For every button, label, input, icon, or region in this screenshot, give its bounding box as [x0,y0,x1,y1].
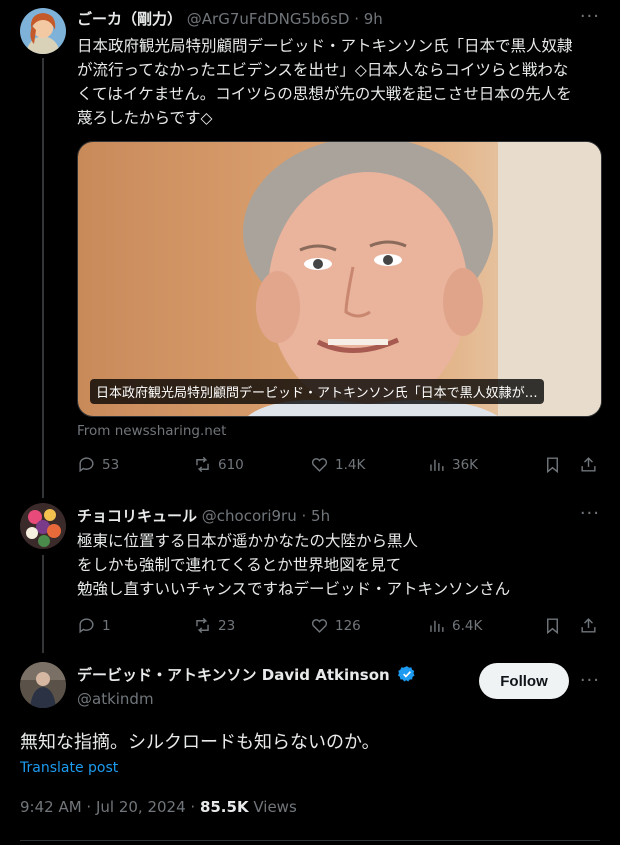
timestamp[interactable]: 5h [311,507,330,525]
verified-badge-icon [397,665,416,687]
tweet-header: デービッド・アトキンソン David Atkinson [77,664,416,687]
tweet-text-line: をしかも強制で連れてくるとか世界地図を見て [77,556,402,574]
avatar[interactable] [20,662,66,708]
views-button[interactable]: 6.4K [427,616,482,635]
views-button[interactable]: 36K [427,455,478,474]
display-name[interactable]: ごーカ（剛力） [77,10,182,28]
heart-icon [311,458,328,472]
like-count: 126 [335,617,361,634]
repost-button[interactable]: 23 [193,616,235,635]
display-name[interactable]: デービッド・アトキンソン David Atkinson [77,666,390,684]
handle[interactable]: @atkindm [77,690,154,708]
card-photo [78,142,601,416]
view-count: 36K [452,456,479,473]
views-chart-icon [430,459,444,471]
tweet-text-line: 勉強し直すいいチャンスですねデービッド・アトキンソンさん [77,580,511,598]
thread-line [42,58,44,498]
anime-avatar-image [20,8,66,54]
reply-count: 53 [102,456,120,473]
view-count: 85.5K [199,798,249,816]
heart-icon [311,619,328,633]
tweet-chocori[interactable]: チョコリキュール @chocori9ru · 5h ··· 極東に位置する日本が… [0,503,620,653]
card-caption: 日本政府観光局特別顧問デービッド・アトキンソン氏「日本で黒人奴隷が… [90,379,544,404]
link-card[interactable]: 日本政府観光局特別顧問デービッド・アトキンソン氏「日本で黒人奴隷が… [77,141,602,417]
avatar[interactable] [20,503,66,549]
tweet-text-line: 日本政府観光局特別顧問デービッド・アトキンソン氏「日本で黒人奴隷 [77,37,573,55]
repost-count: 610 [218,456,244,473]
tweet-text: 無知な指摘。シルクロードも知らないのか。 [20,732,380,753]
reply-icon [79,457,94,473]
more-options-icon[interactable]: ··· [580,670,600,691]
tweet-text-line: くてはイケません。コイツらの思想が先の大戦を起こさせ日本の先人を [77,85,572,103]
post-timestamp[interactable]: 9:42 AM · Jul 20, 2024 · [20,798,200,816]
divider [20,840,600,841]
display-name[interactable]: チョコリキュール [77,507,197,525]
follow-button[interactable]: Follow [479,663,569,699]
tweet-text: 極東に位置する日本が遥かかなたの大陸から黒人 をしかも強制で連れてくるとか世界地… [77,529,602,601]
person-avatar-image [20,662,66,708]
tweet-actions: 53 610 1.4K 36K [77,455,602,479]
flower-avatar-image [20,503,66,549]
like-button[interactable]: 1.4K [310,455,365,474]
like-count: 1.4K [335,456,366,473]
tweet-text: 日本政府観光局特別顧問デービッド・アトキンソン氏「日本で黒人奴隷 が流行ってなか… [77,34,602,130]
views-label: Views [248,798,297,816]
repost-icon [196,456,209,473]
bookmark-icon [547,618,558,635]
reply-button[interactable]: 1 [77,616,111,635]
more-options-icon[interactable]: ··· [580,503,600,524]
reply-icon [79,618,94,634]
share-button[interactable] [579,455,598,474]
tweet-meta: 9:42 AM · Jul 20, 2024 · 85.5K Views [20,798,297,816]
tweet-header: ごーカ（剛力） @ArG7uFdDNG5b6sD · 9h [77,10,383,28]
tweet-text-line: 極東に位置する日本が遥かかなたの大陸から黒人 [77,532,419,550]
share-icon [581,618,596,633]
translate-post-link[interactable]: Translate post [20,760,118,776]
bookmark-icon [547,457,558,474]
like-button[interactable]: 126 [310,616,361,635]
views-chart-icon [430,620,444,632]
card-source[interactable]: From newssharing.net [77,423,226,439]
handle[interactable]: @ArG7uFdDNG5b6sD [187,10,350,28]
reply-count: 1 [102,617,111,634]
avatar[interactable] [20,8,66,54]
tweet-text-line: 蔑ろしたからです◇ [77,109,213,127]
view-count: 6.4K [452,617,483,634]
bookmark-button[interactable] [543,455,562,474]
repost-count: 23 [218,617,236,634]
share-icon [581,457,596,472]
tweet-text-line: が流行ってなかったエビデンスを出せ」◇日本人ならコイツらと戦わな [77,61,569,79]
bookmark-button[interactable] [543,616,562,635]
timestamp[interactable]: 9h [364,10,383,28]
tweet-gouka[interactable]: ごーカ（剛力） @ArG7uFdDNG5b6sD · 9h ··· 日本政府観光… [0,0,620,498]
tweet-actions: 1 23 126 6.4K [77,616,602,640]
tweet-header: チョコリキュール @chocori9ru · 5h [77,507,331,525]
more-options-icon[interactable]: ··· [580,6,600,27]
tweet-atkinson[interactable]: デービッド・アトキンソン David Atkinson @atkindm Fol… [0,660,620,845]
reply-button[interactable]: 53 [77,455,119,474]
repost-icon [196,617,209,634]
thread-line [42,555,44,653]
handle[interactable]: @chocori9ru [202,507,297,525]
repost-button[interactable]: 610 [193,455,244,474]
share-button[interactable] [579,616,598,635]
